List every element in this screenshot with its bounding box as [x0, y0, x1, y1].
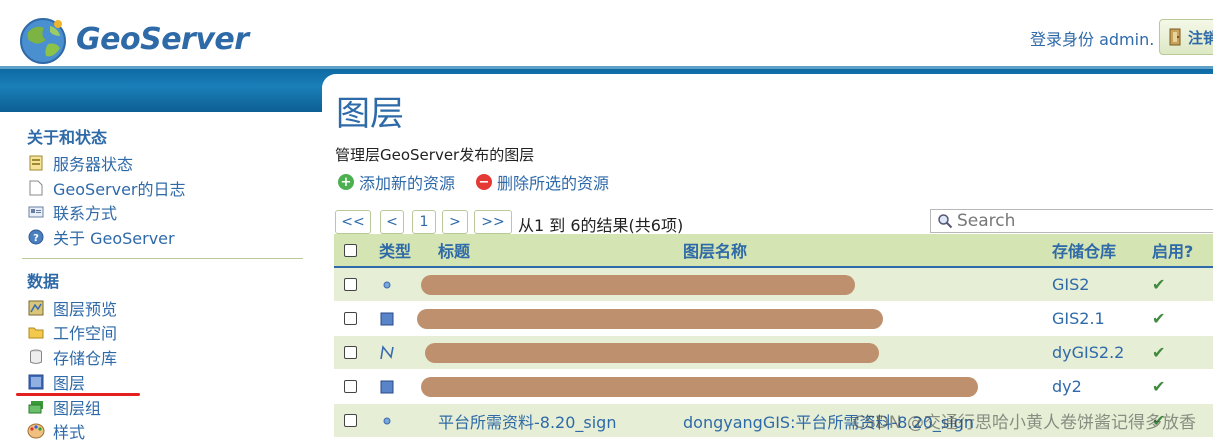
search-icon [938, 214, 953, 229]
redaction-mark [421, 274, 855, 295]
search-input[interactable] [957, 211, 1207, 231]
sidebar-item-label: 存储仓库 [53, 349, 118, 368]
about-icon: ? [27, 228, 45, 246]
remove-resource-link[interactable]: − 删除所选的资源 [476, 170, 609, 194]
redaction-mark [425, 342, 879, 363]
enabled-check-icon: ✔ [1152, 275, 1166, 294]
sidebar-item-layer-preview[interactable]: 图层预览 [27, 297, 117, 319]
row-checkbox[interactable] [344, 278, 357, 291]
store-cell[interactable]: dyGIS2.2 [1052, 343, 1124, 362]
table-row: 平台所需资料-8.20_sign dongyangGIS:平台所需资料-8.20… [334, 404, 1213, 438]
pager-last-button[interactable]: >> [474, 210, 512, 234]
layers-table: 类型 标题 图层名称 存储仓库 启用? dongyang GIS2 ✔ GIS2… [334, 234, 1213, 438]
svg-text:?: ? [33, 233, 39, 244]
app-header: GeoServer 登录身份 admin. 注销 [0, 0, 1213, 66]
sidebar-item-server-status[interactable]: 服务器状态 [27, 152, 133, 174]
sidebar-item-workspace[interactable]: 工作空间 [27, 321, 117, 343]
pager-first-button[interactable]: << [335, 210, 371, 234]
sidebar-item-label: 工作空间 [53, 324, 118, 343]
sidebar-item-label: 图层组 [53, 399, 102, 418]
add-resource-label: 添加新的资源 [359, 174, 456, 193]
row-checkbox[interactable] [344, 380, 357, 393]
layer-icon [27, 373, 45, 391]
enabled-check-icon: ✔ [1152, 309, 1166, 328]
sidebar-item-store[interactable]: 存储仓库 [27, 346, 117, 368]
polygon-icon [379, 379, 395, 395]
layer-preview-icon [27, 299, 45, 317]
sidebar-item-contact[interactable]: 联系方式 [27, 201, 117, 223]
login-status: 登录身份 admin. [1030, 30, 1155, 49]
server-status-icon [27, 154, 45, 172]
sidebar-divider [22, 258, 303, 259]
row-checkbox[interactable] [344, 414, 357, 427]
geoserver-globe-icon[interactable] [14, 14, 72, 68]
contact-icon [27, 203, 45, 221]
database-icon [27, 348, 45, 366]
folder-icon [27, 323, 45, 341]
sidebar-item-label: 图层 [53, 374, 86, 393]
door-icon [1169, 28, 1181, 46]
point-icon [379, 277, 395, 293]
sidebar-item-about[interactable]: ? 关于 GeoServer [27, 226, 175, 248]
table-row: dyGIS2.2 ✔ [334, 336, 1213, 370]
sidebar-item-label: 样式 [53, 423, 86, 442]
column-header-store[interactable]: 存储仓库 [1052, 238, 1116, 262]
pager-prev-button[interactable]: < [380, 210, 404, 234]
column-header-enabled[interactable]: 启用? [1152, 238, 1193, 262]
pager-summary: 从1 到 6的结果(共6项) [518, 216, 684, 235]
page-title: 图层 [336, 94, 404, 134]
select-all-checkbox[interactable] [344, 243, 357, 257]
line-icon [379, 344, 395, 361]
geoserver-logo-text[interactable]: GeoServer [76, 22, 249, 57]
main-panel: 图层 管理层GeoServer发布的图层 + 添加新的资源 − 删除所选的资源 … [322, 74, 1213, 443]
palette-icon [27, 422, 45, 440]
logout-label: 注销 [1188, 28, 1213, 47]
table-row: dy2 ✔ [334, 370, 1213, 404]
sidebar-item-label: 服务器状态 [53, 155, 134, 174]
sidebar-heading-data: 数据 [27, 272, 60, 291]
remove-resource-label: 删除所选的资源 [497, 174, 610, 193]
sidebar-item-label: 联系方式 [53, 204, 118, 223]
sidebar-item-label: 关于 GeoServer [53, 229, 175, 248]
sidebar-item-label: 图层预览 [53, 300, 118, 319]
sidebar-heading-about-status: 关于和状态 [27, 128, 108, 147]
remove-icon: − [476, 174, 492, 190]
column-header-type[interactable]: 类型 [379, 238, 411, 262]
search-box[interactable] [930, 209, 1213, 233]
enabled-check-icon: ✔ [1152, 377, 1166, 396]
sidebar-item-layer-groups[interactable]: 图层组 [27, 396, 101, 418]
row-checkbox[interactable] [344, 346, 357, 359]
table-row: GIS2.1 ✔ [334, 302, 1213, 336]
add-icon: + [338, 174, 354, 190]
watermark: CSDN @交通行思哈小黄人卷饼酱记得多放香 [853, 413, 1196, 433]
point-icon [379, 413, 395, 429]
enabled-check-icon: ✔ [1152, 343, 1166, 362]
sidebar-item-styles[interactable]: 样式 [27, 420, 85, 442]
sidebar-item-log[interactable]: GeoServer的日志 [27, 177, 186, 199]
pager-next-button[interactable]: > [442, 210, 468, 234]
logout-button[interactable]: 注销 [1159, 19, 1213, 55]
polygon-icon [379, 311, 395, 327]
log-icon [27, 179, 45, 197]
layer-group-icon [27, 398, 45, 416]
add-resource-link[interactable]: + 添加新的资源 [338, 170, 455, 194]
column-header-title[interactable]: 标题 [438, 238, 470, 262]
store-cell[interactable]: GIS2 [1052, 275, 1089, 294]
redaction-mark [421, 376, 978, 397]
store-cell[interactable]: dy2 [1052, 377, 1082, 396]
sidebar-item-layers[interactable]: 图层 [27, 371, 85, 393]
row-checkbox[interactable] [344, 312, 357, 325]
table-header-row: 类型 标题 图层名称 存储仓库 启用? [334, 234, 1213, 268]
table-row: dongyang GIS2 ✔ [334, 268, 1213, 302]
column-header-layer-name[interactable]: 图层名称 [683, 238, 747, 262]
redaction-mark [417, 308, 883, 329]
page-description: 管理层GeoServer发布的图层 [335, 146, 535, 164]
title-cell[interactable]: 平台所需资料-8.20_sign [438, 409, 616, 433]
sidebar-item-label: GeoServer的日志 [53, 180, 186, 199]
store-cell[interactable]: GIS2.1 [1052, 309, 1105, 328]
pager-page-1-button[interactable]: 1 [412, 210, 436, 234]
